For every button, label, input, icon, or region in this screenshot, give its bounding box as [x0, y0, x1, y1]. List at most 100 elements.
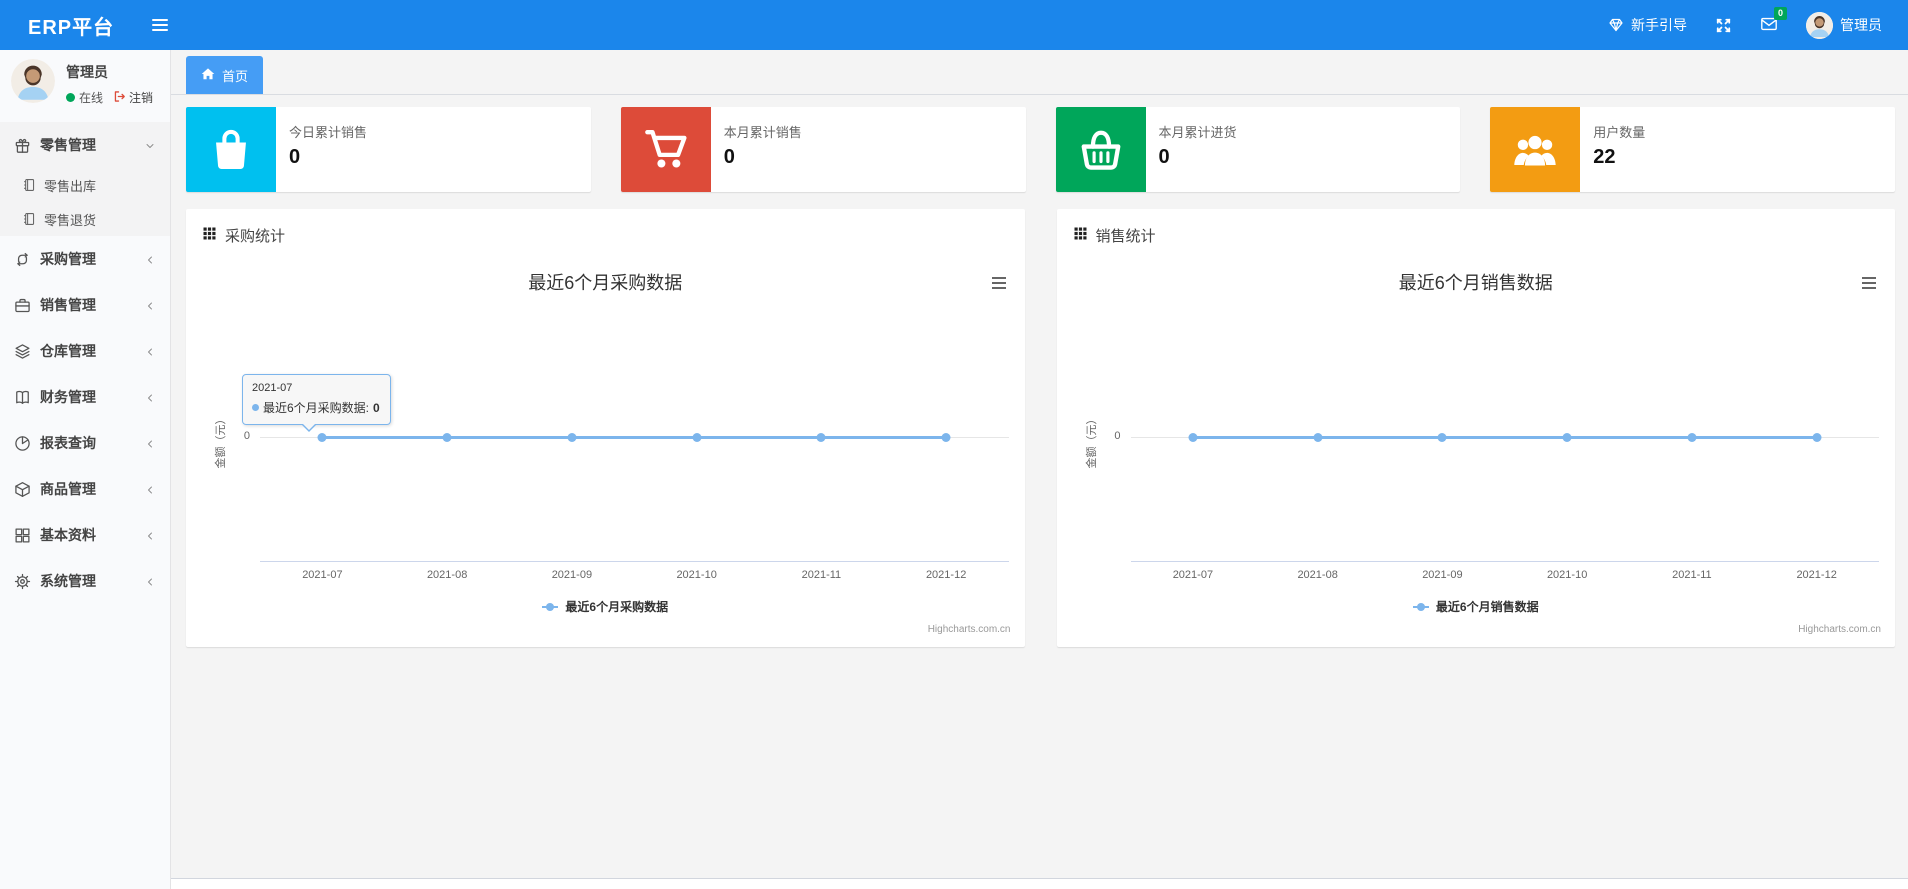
series-line	[322, 436, 947, 439]
sidebar-group-sales-management: 销售管理	[0, 282, 170, 328]
sidebar-item-purchase-management[interactable]: 采购管理	[0, 236, 170, 282]
data-point[interactable]	[1562, 433, 1572, 442]
data-point[interactable]	[442, 433, 452, 442]
newbie-guide-button[interactable]: 新手引导	[1608, 15, 1687, 35]
highcharts-credit-link[interactable]: Highcharts.com.cn	[928, 624, 1011, 635]
data-point[interactable]	[692, 433, 702, 442]
chart-legend: 最近6个月采购数据	[186, 598, 1025, 615]
sidebar-item-system-management[interactable]: 系统管理	[0, 558, 170, 604]
sidebar-item-report-query[interactable]: 报表查询	[0, 420, 170, 466]
x-axis-label: 2021-11	[1672, 569, 1712, 581]
stat-card-body: 今日累计销售 0	[276, 107, 375, 192]
gear-icon	[14, 573, 31, 590]
chevron-left-icon	[144, 299, 156, 311]
sidebar-menu: 零售管理零售出库零售退货采购管理销售管理仓库管理财务管理报表查询商品管理基本资料…	[0, 122, 170, 604]
sidebar-item-label: 系统管理	[40, 573, 96, 589]
highcharts-credit-link[interactable]: Highcharts.com.cn	[1798, 624, 1881, 635]
data-point[interactable]	[567, 433, 577, 442]
stat-card-body: 本月累计进货 0	[1146, 107, 1245, 192]
sidebar-item-retail-return[interactable]: 零售退货	[0, 202, 170, 236]
data-point[interactable]	[1687, 433, 1697, 442]
sidebar-item-label: 商品管理	[40, 481, 96, 497]
chart-title: 最近6个月销售数据	[1398, 273, 1553, 293]
tooltip-series-label: 最近6个月采购数据:	[263, 401, 370, 415]
avatar	[1806, 11, 1833, 39]
shopping-bag-icon	[186, 107, 276, 192]
sidebar-item-goods-management[interactable]: 商品管理	[0, 466, 170, 512]
legend-marker	[1412, 605, 1429, 608]
panel-header: 采购统计	[186, 209, 1025, 256]
chevron-left-icon	[144, 437, 156, 449]
y-axis-tick-label: 0	[243, 430, 250, 442]
sidebar-item-label: 零售管理	[40, 137, 96, 153]
x-axis-line	[1130, 561, 1879, 562]
data-point[interactable]	[1812, 433, 1822, 442]
fullscreen-button[interactable]	[1715, 17, 1732, 34]
stat-card-label: 本月累计进货	[1158, 125, 1237, 140]
cube-icon	[14, 481, 31, 498]
sidebar-item-label: 财务管理	[40, 389, 96, 405]
sidebar-item-label: 基本资料	[40, 527, 96, 543]
x-axis-label: 2021-07	[302, 569, 343, 581]
sidebar-item-finance-management[interactable]: 财务管理	[0, 374, 170, 420]
shopping-cart-icon	[620, 107, 711, 192]
x-axis-line	[260, 561, 1009, 562]
sidebar-item-warehouse-management[interactable]: 仓库管理	[0, 328, 170, 374]
data-point[interactable]	[317, 433, 327, 442]
chart-context-menu-button[interactable]	[989, 274, 1009, 292]
stat-card-value: 22	[1593, 146, 1616, 168]
data-point[interactable]	[1437, 433, 1447, 442]
content-area: 首页 今日累计销售 0 本月累计销售 0 本月累计进货 0 用户数量 22 采购统计 最近6个月…	[171, 50, 1908, 889]
journal-icon	[22, 178, 36, 192]
legend-item[interactable]: 最近6个月采购数据	[542, 598, 668, 615]
fullscreen-icon	[1715, 17, 1732, 34]
stat-card-label: 本月累计销售	[723, 125, 802, 140]
sidebar-group-warehouse-management: 仓库管理	[0, 328, 170, 374]
user-menu[interactable]: 管理员	[1806, 11, 1882, 39]
logout-link[interactable]: 注销	[113, 89, 153, 106]
sidebar-item-label: 销售管理	[40, 297, 96, 313]
legend-label: 最近6个月销售数据	[1435, 600, 1539, 614]
sidebar-toggle-button[interactable]	[146, 13, 174, 37]
panel-purchase-stats: 采购统计 最近6个月采购数据 金额（元） 0 2021-07 2021-08 2021-09…	[186, 209, 1025, 647]
sidebar-subitem-label: 零售退货	[44, 212, 97, 228]
messages-button[interactable]: 0	[1760, 6, 1787, 36]
x-axis-label: 2021-10	[1546, 569, 1588, 581]
legend-marker	[542, 605, 559, 608]
sidebar-item-retail-management[interactable]: 零售管理	[0, 122, 170, 168]
sidebar-group-report-query: 报表查询	[0, 420, 170, 466]
book-icon	[14, 389, 31, 406]
stat-card-value: 0	[289, 146, 301, 168]
sidebar-item-basic-data[interactable]: 基本资料	[0, 512, 170, 558]
data-point[interactable]	[816, 433, 826, 442]
app-brand[interactable]: ERP平台	[0, 11, 114, 40]
briefcase-icon	[14, 297, 31, 314]
data-point[interactable]	[1313, 433, 1323, 442]
x-axis-label: 2021-11	[801, 569, 842, 581]
tab-home[interactable]: 首页	[186, 56, 264, 94]
legend-label: 最近6个月采购数据	[565, 600, 669, 614]
footer	[171, 878, 1908, 889]
x-axis-label: 2021-12	[925, 569, 967, 581]
shopping-basket-icon	[1055, 107, 1146, 192]
gem-icon	[1608, 17, 1624, 33]
sidebar-subitem-label: 零售出库	[44, 178, 97, 194]
stat-card-month-purchase: 本月累计进货 0	[1055, 107, 1461, 192]
stat-card-user-count: 用户数量 22	[1490, 107, 1895, 192]
data-point[interactable]	[941, 433, 951, 442]
sidebar-item-sales-management[interactable]: 销售管理	[0, 282, 170, 328]
chevron-left-icon	[144, 391, 156, 403]
gift-icon	[14, 137, 31, 154]
sidebar-item-retail-outbound[interactable]: 零售出库	[0, 168, 170, 202]
chevron-down-icon	[144, 139, 156, 151]
chart-plot-area: 2021-07 2021-08 2021-09 2021-10 2021-11 2021-…	[260, 316, 1009, 581]
chart-context-menu-button[interactable]	[1859, 274, 1879, 292]
chart-purchase-stats: 最近6个月采购数据 金额（元） 0 2021-07 2021-08 2021-09 2021…	[186, 256, 1025, 646]
sidebar-user-panel: 管理员 在线 注销	[0, 50, 170, 116]
sidebar-group-basic-data: 基本资料	[0, 512, 170, 558]
data-point[interactable]	[1188, 433, 1198, 442]
chevron-left-icon	[144, 529, 156, 541]
sidebar-item-label: 仓库管理	[40, 343, 96, 359]
online-status-icon	[66, 93, 75, 102]
legend-item[interactable]: 最近6个月销售数据	[1412, 598, 1539, 615]
